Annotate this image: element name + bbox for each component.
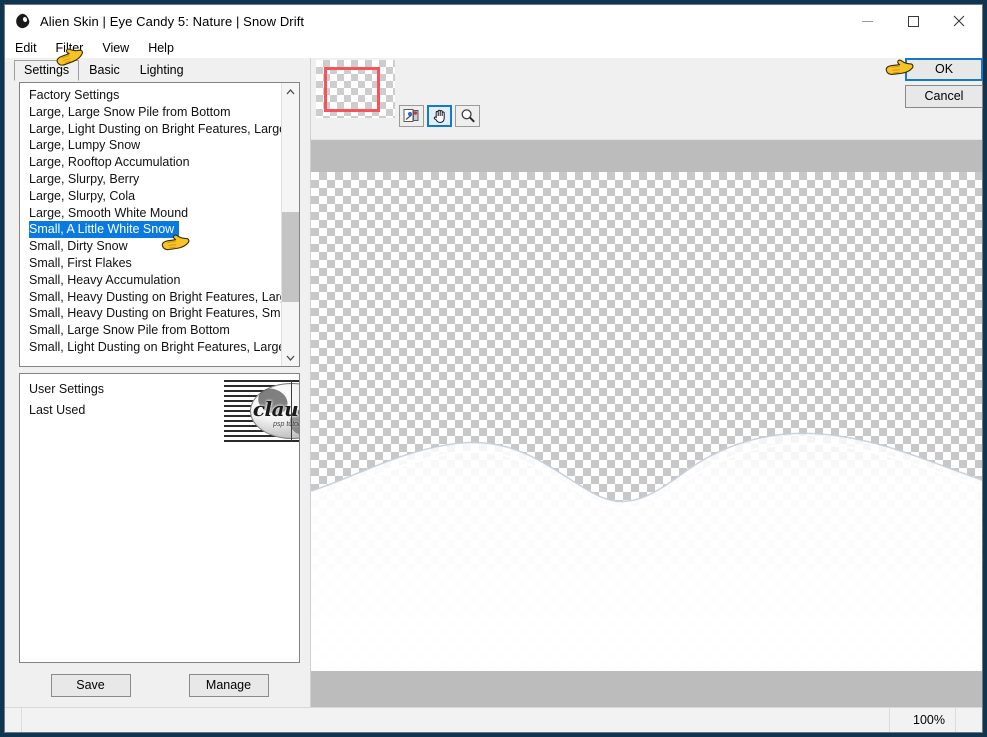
tab-basic[interactable]: Basic (79, 60, 130, 80)
title-bar: Alien Skin | Eye Candy 5: Nature | Snow … (5, 5, 982, 37)
preview-tool-buttons (399, 105, 480, 127)
minimize-button[interactable] (844, 5, 890, 37)
window-controls (844, 5, 982, 37)
user-settings-box[interactable]: User Settings Last Used claudia psp tuto… (19, 373, 300, 663)
zoom-tool-button[interactable] (455, 105, 480, 127)
list-item[interactable]: Large, Smooth White Mound (20, 205, 281, 222)
settings-pane: Settings Basic Lighting Factory Settings… (5, 58, 311, 707)
cancel-button[interactable]: Cancel (905, 85, 983, 108)
list-item[interactable]: Small, First Flakes (20, 255, 281, 272)
list-item-selected[interactable]: Small, A Little White Snow (29, 221, 180, 239)
desktop-background: Alien Skin | Eye Candy 5: Nature | Snow … (0, 0, 987, 737)
settings-action-buttons: Save Manage (19, 663, 300, 707)
preview-toolbar (311, 58, 982, 139)
navigator-selection-rect[interactable] (324, 67, 380, 112)
preview-canvas[interactable] (311, 139, 982, 707)
watermark-text: claudia (252, 397, 299, 421)
list-item[interactable]: Small, Large Snow Pile from Bottom (20, 322, 281, 339)
menu-help[interactable]: Help (148, 41, 174, 55)
factory-settings-listbox[interactable]: Factory Settings Large, Large Snow Pile … (19, 82, 300, 367)
preview-pane (311, 58, 982, 707)
zoom-level: 100% (890, 708, 956, 732)
tab-strip: Settings Basic Lighting (5, 58, 310, 81)
list-item[interactable]: Large, Slurpy, Cola (20, 188, 281, 205)
list-item[interactable]: Large, Slurpy, Berry (20, 171, 281, 188)
manage-button[interactable]: Manage (188, 673, 269, 697)
ok-button[interactable]: OK (905, 58, 983, 81)
menu-filter[interactable]: Filter (56, 41, 84, 55)
status-cell-left (5, 708, 22, 732)
list-scrollbar[interactable] (281, 83, 299, 366)
close-button[interactable] (936, 5, 982, 37)
settings-tab-content: Factory Settings Large, Large Snow Pile … (5, 80, 310, 707)
menu-edit[interactable]: Edit (15, 41, 37, 55)
list-item[interactable]: Large, Rooftop Accumulation (20, 154, 281, 171)
watermark-subtext: psp tutorials (273, 421, 299, 428)
navigator-thumbnail[interactable] (316, 60, 395, 118)
list-item-selected-row[interactable]: Small, A Little White Snow (20, 221, 281, 239)
list-item[interactable]: Small, Heavy Dusting on Bright Features,… (20, 289, 281, 306)
list-item[interactable]: Small, Light Dusting on Bright Features,… (20, 339, 281, 356)
maximize-button[interactable] (890, 5, 936, 37)
dialog-buttons: OK Cancel (905, 58, 983, 108)
list-item[interactable]: Small, Dirty Snow (20, 238, 281, 255)
window-body: Settings Basic Lighting Factory Settings… (5, 58, 982, 707)
hand-tool-button[interactable] (427, 105, 452, 127)
chevron-up-icon[interactable] (282, 83, 299, 100)
menu-view[interactable]: View (102, 41, 129, 55)
list-header: Factory Settings (29, 88, 120, 102)
status-message (22, 708, 890, 732)
claudia-watermark: claudia psp tutorials (224, 380, 299, 442)
list-item[interactable]: Large, Light Dusting on Bright Features,… (20, 121, 281, 138)
application-window: Alien Skin | Eye Candy 5: Nature | Snow … (4, 4, 983, 733)
list-item[interactable]: Large, Lumpy Snow (20, 137, 281, 154)
save-button[interactable]: Save (50, 673, 131, 697)
canvas-bottom-band (311, 671, 982, 707)
list-item[interactable]: Small, Heavy Dusting on Bright Features,… (20, 305, 281, 322)
transparency-checkerboard (311, 172, 982, 671)
tab-settings[interactable]: Settings (14, 60, 80, 81)
canvas-top-band (311, 140, 982, 172)
window-title: Alien Skin | Eye Candy 5: Nature | Snow … (40, 13, 305, 29)
eyedropper-tool-button[interactable] (399, 105, 424, 127)
factory-settings-items: Factory Settings Large, Large Snow Pile … (20, 83, 281, 366)
list-item[interactable]: Large, Large Snow Pile from Bottom (20, 104, 281, 121)
menu-bar: Edit Filter View Help (5, 37, 982, 58)
scrollbar-track[interactable] (282, 100, 299, 349)
tab-lighting[interactable]: Lighting (129, 60, 194, 80)
list-item[interactable]: Small, Heavy Accumulation (20, 272, 281, 289)
status-bar: 100% (5, 707, 982, 732)
alien-head-icon (14, 12, 31, 30)
status-cell-right (956, 708, 982, 732)
scrollbar-thumb[interactable] (282, 212, 299, 302)
chevron-down-icon[interactable] (282, 349, 299, 366)
